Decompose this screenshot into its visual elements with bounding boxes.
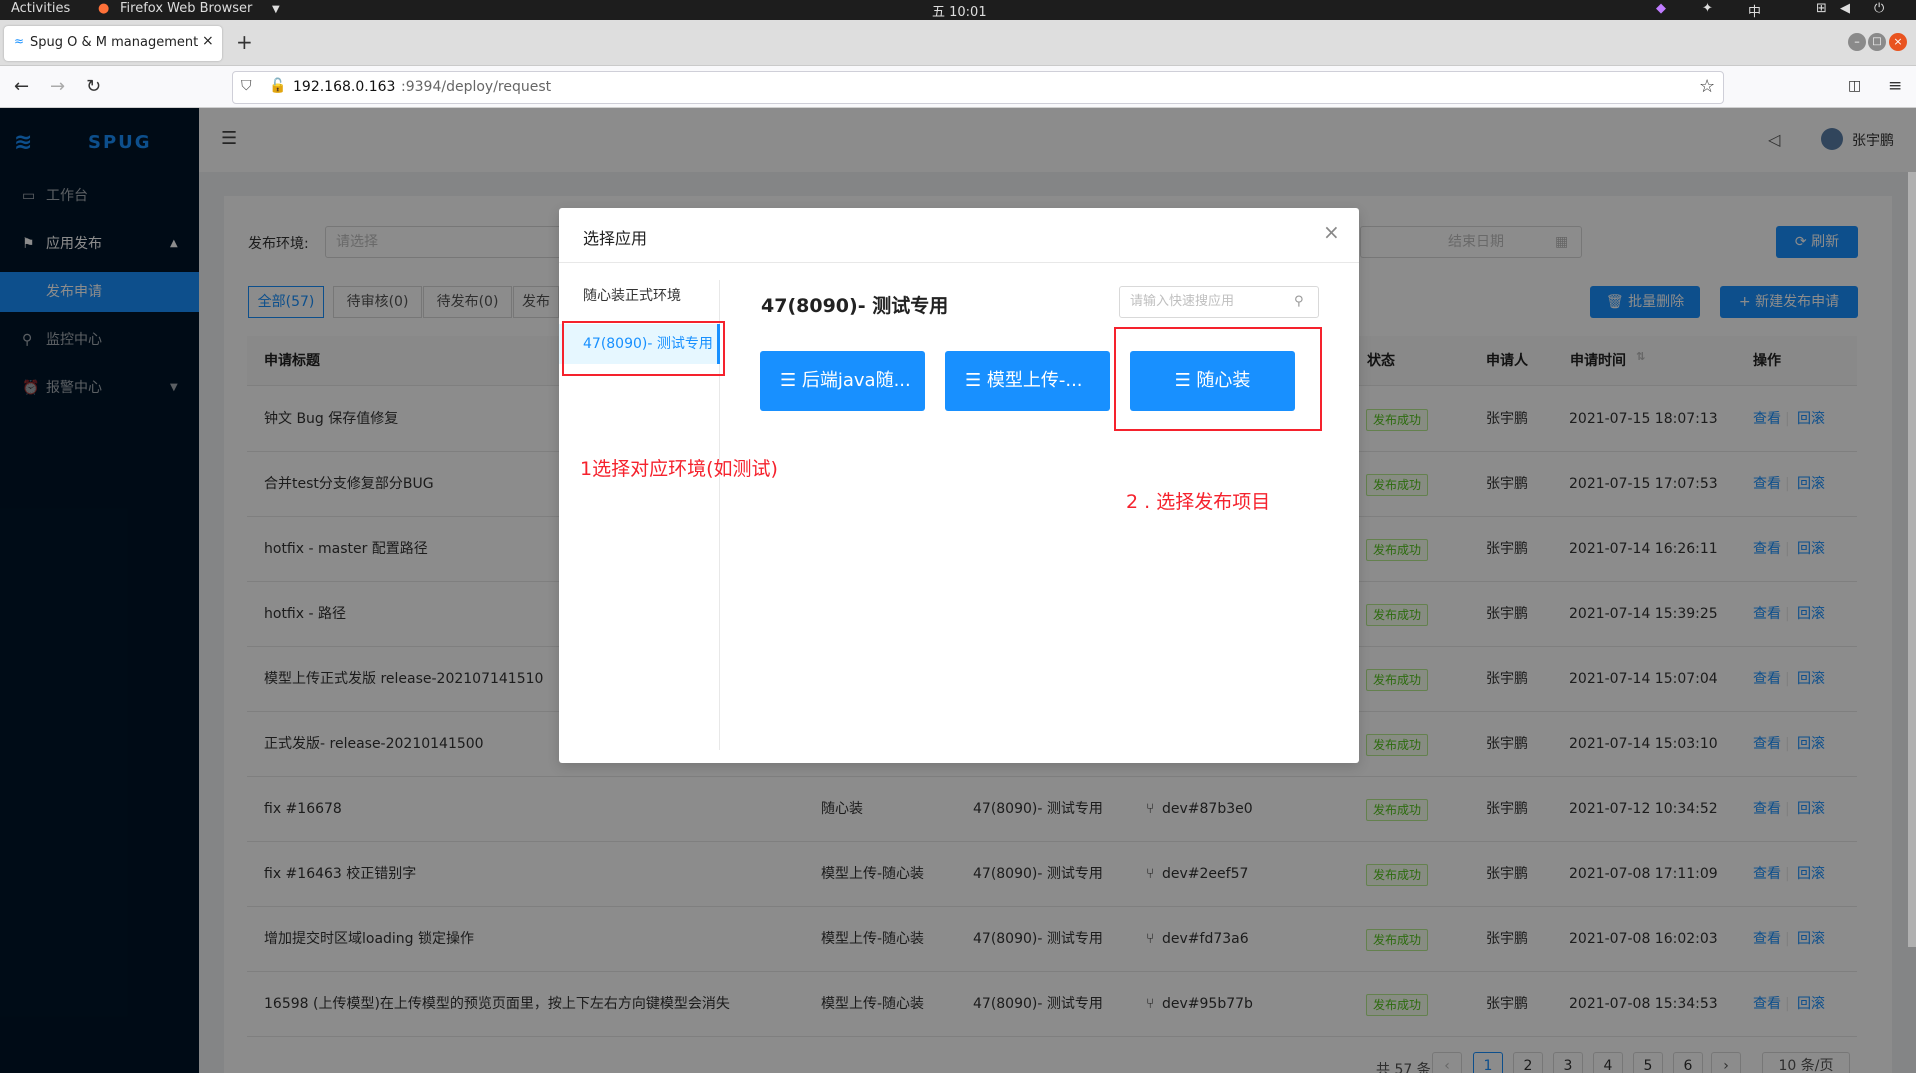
page-scrollbar[interactable]: [1908, 172, 1916, 947]
activities-button[interactable]: Activities: [11, 1, 70, 16]
app-button-backend-java[interactable]: ☰ 后端java随...: [760, 351, 925, 411]
modal-title: 选择应用: [583, 229, 648, 248]
url-bar[interactable]: ⛉ 🔓 192.168.0.163 :9394/deploy/request ☆: [232, 71, 1724, 104]
select-app-modal: 选择应用 × 随心装正式环境 47(8090)- 测试专用 47(8090)- …: [559, 208, 1359, 763]
dropbox-icon[interactable]: ✦: [1702, 1, 1713, 16]
clock[interactable]: 五 10:01: [932, 1, 987, 20]
chevron-down-icon: ▼: [272, 4, 280, 15]
network-icon[interactable]: ⊞: [1816, 1, 1827, 16]
back-icon[interactable]: ←: [14, 76, 29, 97]
search-icon: ⚲: [1294, 294, 1304, 309]
app-menu[interactable]: Firefox Web Browser: [120, 1, 252, 16]
app-button-model-upload[interactable]: ☰ 模型上传-...: [945, 351, 1110, 411]
browser-tab[interactable]: ≈ Spug O & M management ×: [4, 26, 222, 61]
unordered-list-icon: ☰: [965, 370, 987, 391]
hamburger-menu-icon[interactable]: ≡: [1888, 76, 1902, 96]
bookmark-star-icon[interactable]: ☆: [1699, 76, 1715, 97]
app-button-label: 模型上传-...: [986, 370, 1083, 391]
app-search-input[interactable]: 请输入快速搜应用 ⚲: [1119, 286, 1319, 318]
reload-icon[interactable]: ↻: [86, 76, 101, 97]
unordered-list-icon: ☰: [780, 370, 802, 391]
close-icon[interactable]: ×: [1323, 220, 1340, 244]
url-path: :9394/deploy/request: [401, 79, 552, 95]
annotation-step1: 1选择对应环境(如测试): [580, 458, 778, 480]
app-button-label: 后端java随...: [801, 370, 911, 391]
selected-env-title: 47(8090)- 测试专用: [761, 295, 949, 317]
annotation-step2: 2 . 选择发布项目: [1126, 491, 1271, 513]
lock-icon[interactable]: 🔓: [269, 78, 286, 94]
annotation-box-app: [1114, 327, 1322, 431]
firefox-icon: ●: [98, 1, 110, 16]
app-search-placeholder: 请输入快速搜应用: [1130, 294, 1235, 309]
power-icon[interactable]: ⏻: [1874, 1, 1884, 16]
close-window-icon[interactable]: ×: [1889, 33, 1907, 51]
shield-icon[interactable]: ⛉: [241, 78, 252, 94]
url-host: 192.168.0.163: [293, 79, 396, 95]
modal-divider: [559, 262, 1359, 263]
input-method-indicator[interactable]: 中: [1748, 1, 1761, 20]
forward-icon[interactable]: →: [50, 76, 65, 97]
spug-favicon-icon: ≈: [14, 34, 25, 48]
env-item-production[interactable]: 随心装正式环境: [559, 276, 719, 316]
volume-icon[interactable]: ◀: [1840, 1, 1850, 16]
close-tab-icon[interactable]: ×: [202, 33, 214, 49]
tray-app-icon[interactable]: ◆: [1656, 1, 1666, 16]
maximize-icon[interactable]: □: [1868, 33, 1886, 51]
annotation-box-env: [562, 321, 725, 376]
tab-title: Spug O & M management: [30, 35, 199, 50]
new-tab-icon[interactable]: +: [236, 30, 253, 54]
pocket-icon[interactable]: ◫: [1848, 78, 1861, 94]
browser-tab-strip: [0, 20, 1916, 66]
os-top-bar: Activities ● Firefox Web Browser ▼ 五 10:…: [0, 0, 1916, 20]
minimize-icon[interactable]: –: [1848, 33, 1866, 51]
